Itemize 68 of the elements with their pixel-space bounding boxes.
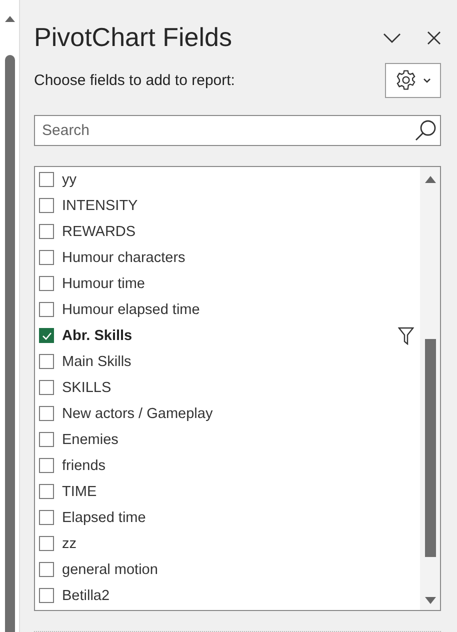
field-label: Humour time [62, 276, 146, 292]
checkbox[interactable] [39, 562, 54, 578]
field-item[interactable]: Elapsed time [35, 504, 420, 531]
field-label: friends [62, 458, 107, 474]
pane-title: PivotChart Fields [34, 22, 233, 54]
field-label: general motion [62, 562, 159, 578]
checkbox[interactable] [39, 302, 54, 318]
field-item[interactable]: Abr. Skills [35, 322, 420, 349]
scroll-up-icon[interactable] [424, 176, 436, 183]
field-label: REWARDS [62, 224, 137, 240]
field-item[interactable]: Betilla2 [35, 582, 420, 609]
checkbox[interactable] [39, 458, 54, 474]
settings-button[interactable] [385, 62, 441, 98]
field-label: Main Skills [62, 354, 132, 370]
field-item[interactable]: Humour time [35, 270, 420, 297]
collapse-icon[interactable] [383, 32, 401, 43]
field-item[interactable]: zz [35, 530, 420, 557]
scroll-down-icon[interactable] [424, 597, 436, 604]
field-item[interactable]: Humour elapsed time [35, 296, 420, 323]
field-label: yy [62, 172, 78, 188]
field-label: New actors / Gameplay [62, 406, 214, 422]
checkbox[interactable] [39, 172, 54, 188]
field-item[interactable]: INTENSITY [35, 192, 420, 219]
gear-icon [395, 69, 417, 92]
search-field[interactable]: Search [34, 114, 441, 146]
field-item[interactable]: New actors / Gameplay [35, 400, 420, 427]
field-label: Humour characters [62, 250, 186, 266]
field-label: Enemies [62, 432, 120, 448]
checkbox[interactable] [39, 432, 54, 448]
check-icon [42, 332, 52, 340]
field-label: Humour elapsed time [62, 302, 201, 318]
list-scrollbar[interactable] [420, 166, 440, 610]
checkbox[interactable] [39, 380, 54, 396]
field-label: INTENSITY [62, 198, 139, 214]
scroll-thumb[interactable] [424, 338, 436, 557]
checkbox[interactable] [39, 536, 54, 552]
field-item[interactable]: TIME [35, 478, 420, 505]
caret-icon [423, 78, 431, 83]
field-item[interactable]: Humour characters [35, 244, 420, 271]
field-label: SKILLS [62, 380, 112, 396]
prompt-text: Choose fields to add to report: [34, 72, 235, 89]
checkbox[interactable] [39, 276, 54, 292]
field-label: Elapsed time [62, 510, 147, 526]
sheet-scrollbar[interactable] [0, 0, 20, 632]
field-item[interactable]: Main Skills [35, 348, 420, 375]
checkbox[interactable] [39, 588, 54, 604]
checkbox[interactable] [39, 406, 54, 422]
field-item[interactable]: SKILLS [35, 374, 420, 401]
field-label: zz [62, 536, 78, 552]
checkbox[interactable] [39, 328, 54, 344]
scroll-up-icon[interactable] [4, 15, 14, 22]
field-label: Abr. Skills [62, 328, 134, 344]
field-item[interactable]: Enemies [35, 426, 420, 453]
field-item[interactable]: general motion [35, 556, 420, 583]
field-item[interactable]: REWARDS [35, 218, 420, 245]
close-icon[interactable] [427, 30, 441, 45]
checkbox[interactable] [39, 354, 54, 370]
checkbox[interactable] [39, 250, 54, 266]
field-item[interactable]: friends [35, 452, 420, 479]
checkbox[interactable] [39, 484, 54, 500]
field-label: TIME [62, 484, 98, 500]
search-icon[interactable] [415, 118, 437, 141]
checkbox[interactable] [39, 510, 54, 526]
checkbox[interactable] [39, 198, 54, 214]
field-label: Betilla2 [62, 588, 111, 604]
field-item[interactable]: yy [35, 166, 420, 193]
scroll-thumb[interactable] [4, 55, 14, 632]
checkbox[interactable] [39, 224, 54, 240]
